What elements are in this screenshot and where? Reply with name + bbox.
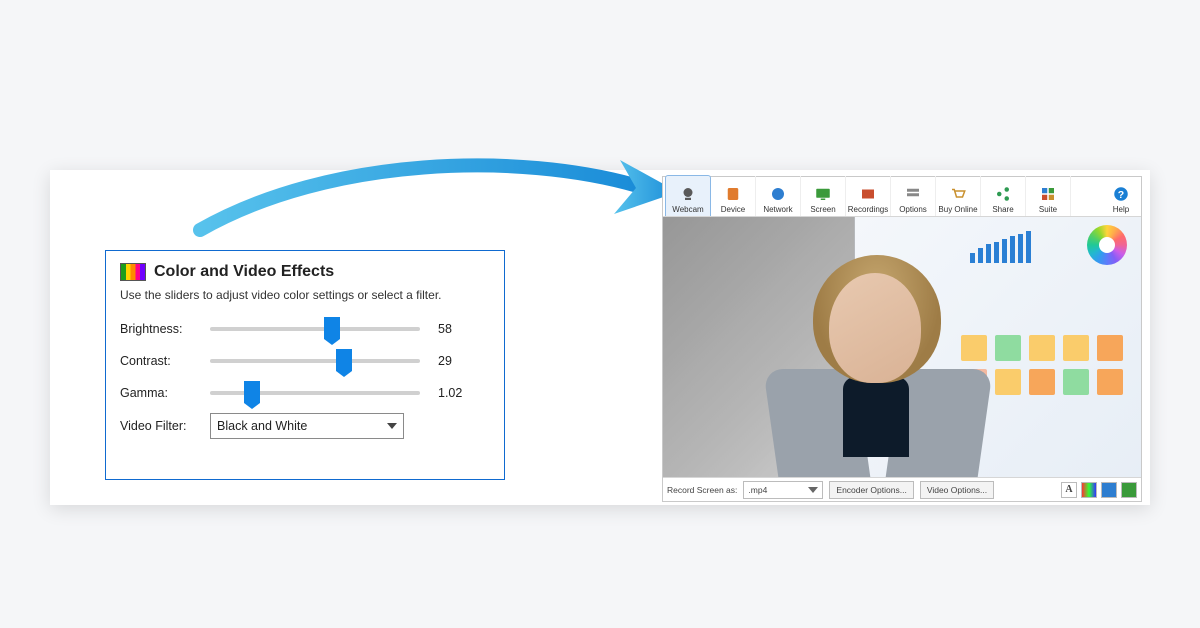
brightness-slider[interactable] [210,318,420,340]
toolbar-screen-button[interactable]: Screen [801,176,846,216]
suite-icon [1039,185,1057,203]
chevron-down-icon [808,487,818,493]
status-bar: Record Screen as: .mp4 Encoder Options..… [663,477,1141,502]
gamma-label: Gamma: [120,386,210,400]
share-icon [994,185,1012,203]
status-tool-icons: A [1061,482,1137,498]
recordings-icon [859,185,877,203]
sticky-note [1029,369,1055,395]
contrast-label: Contrast: [120,354,210,368]
sticky-note [1029,335,1055,361]
encoder-options-button[interactable]: Encoder Options... [829,481,913,499]
sticky-note [1063,335,1089,361]
color-tool-icon[interactable] [1081,482,1097,498]
svg-text:?: ? [1118,189,1124,201]
webcam-icon [679,185,697,203]
app-window: Webcam Device Network Screen Recordings … [662,176,1142,502]
color-bars-icon [120,263,146,281]
effects-tool-icon[interactable] [1121,482,1137,498]
network-icon [769,185,787,203]
brightness-label: Brightness: [120,322,210,336]
contrast-slider[interactable] [210,350,420,372]
toolbar-device-button[interactable]: Device [711,176,756,216]
contrast-value: 29 [420,354,490,368]
gamma-slider[interactable] [210,382,420,404]
text-tool-icon[interactable]: A [1061,482,1077,498]
settings-tool-icon[interactable] [1101,482,1117,498]
toolbar-options-button[interactable]: Options [891,176,936,216]
video-filter-selected: Black and White [217,419,307,433]
sticky-note [1097,335,1123,361]
record-label: Record Screen as: [667,485,737,495]
video-filter-dropdown[interactable]: Black and White [210,413,404,439]
toolbar-help-button[interactable]: ? Help [1103,176,1139,216]
gamma-row: Gamma: 1.02 [120,377,490,409]
help-icon: ? [1112,185,1130,203]
device-icon [724,185,742,203]
sticky-note [1063,369,1089,395]
main-toolbar: Webcam Device Network Screen Recordings … [663,177,1141,217]
arrow-illustration [190,142,680,252]
color-effects-panel: Color and Video Effects Use the sliders … [105,250,505,480]
format-dropdown[interactable]: .mp4 [743,481,823,499]
brightness-value: 58 [420,322,490,336]
options-icon [904,185,922,203]
brightness-row: Brightness: 58 [120,313,490,345]
toolbar-recordings-button[interactable]: Recordings [846,176,891,216]
toolbar-network-button[interactable]: Network [756,176,801,216]
video-options-button[interactable]: Video Options... [920,481,994,499]
panel-title-text: Color and Video Effects [154,263,334,281]
cart-icon [949,185,967,203]
video-filter-label: Video Filter: [120,419,210,433]
chevron-down-icon [387,423,397,429]
panel-description: Use the sliders to adjust video color se… [120,287,490,303]
toolbar-suite-button[interactable]: Suite [1026,176,1071,216]
panel-title: Color and Video Effects [120,263,490,281]
contrast-row: Contrast: 29 [120,345,490,377]
toolbar-buy-button[interactable]: Buy Online [936,176,981,216]
toolbar-share-button[interactable]: Share [981,176,1026,216]
sticky-note [1097,369,1123,395]
screen-icon [814,185,832,203]
video-filter-row: Video Filter: Black and White [120,409,490,443]
person-illustration [751,237,1011,477]
color-wheel-poster [1087,225,1127,265]
gamma-value: 1.02 [420,386,490,400]
webcam-preview [663,217,1141,477]
demo-card: Color and Video Effects Use the sliders … [50,170,1150,505]
toolbar-webcam-button[interactable]: Webcam [665,175,711,216]
